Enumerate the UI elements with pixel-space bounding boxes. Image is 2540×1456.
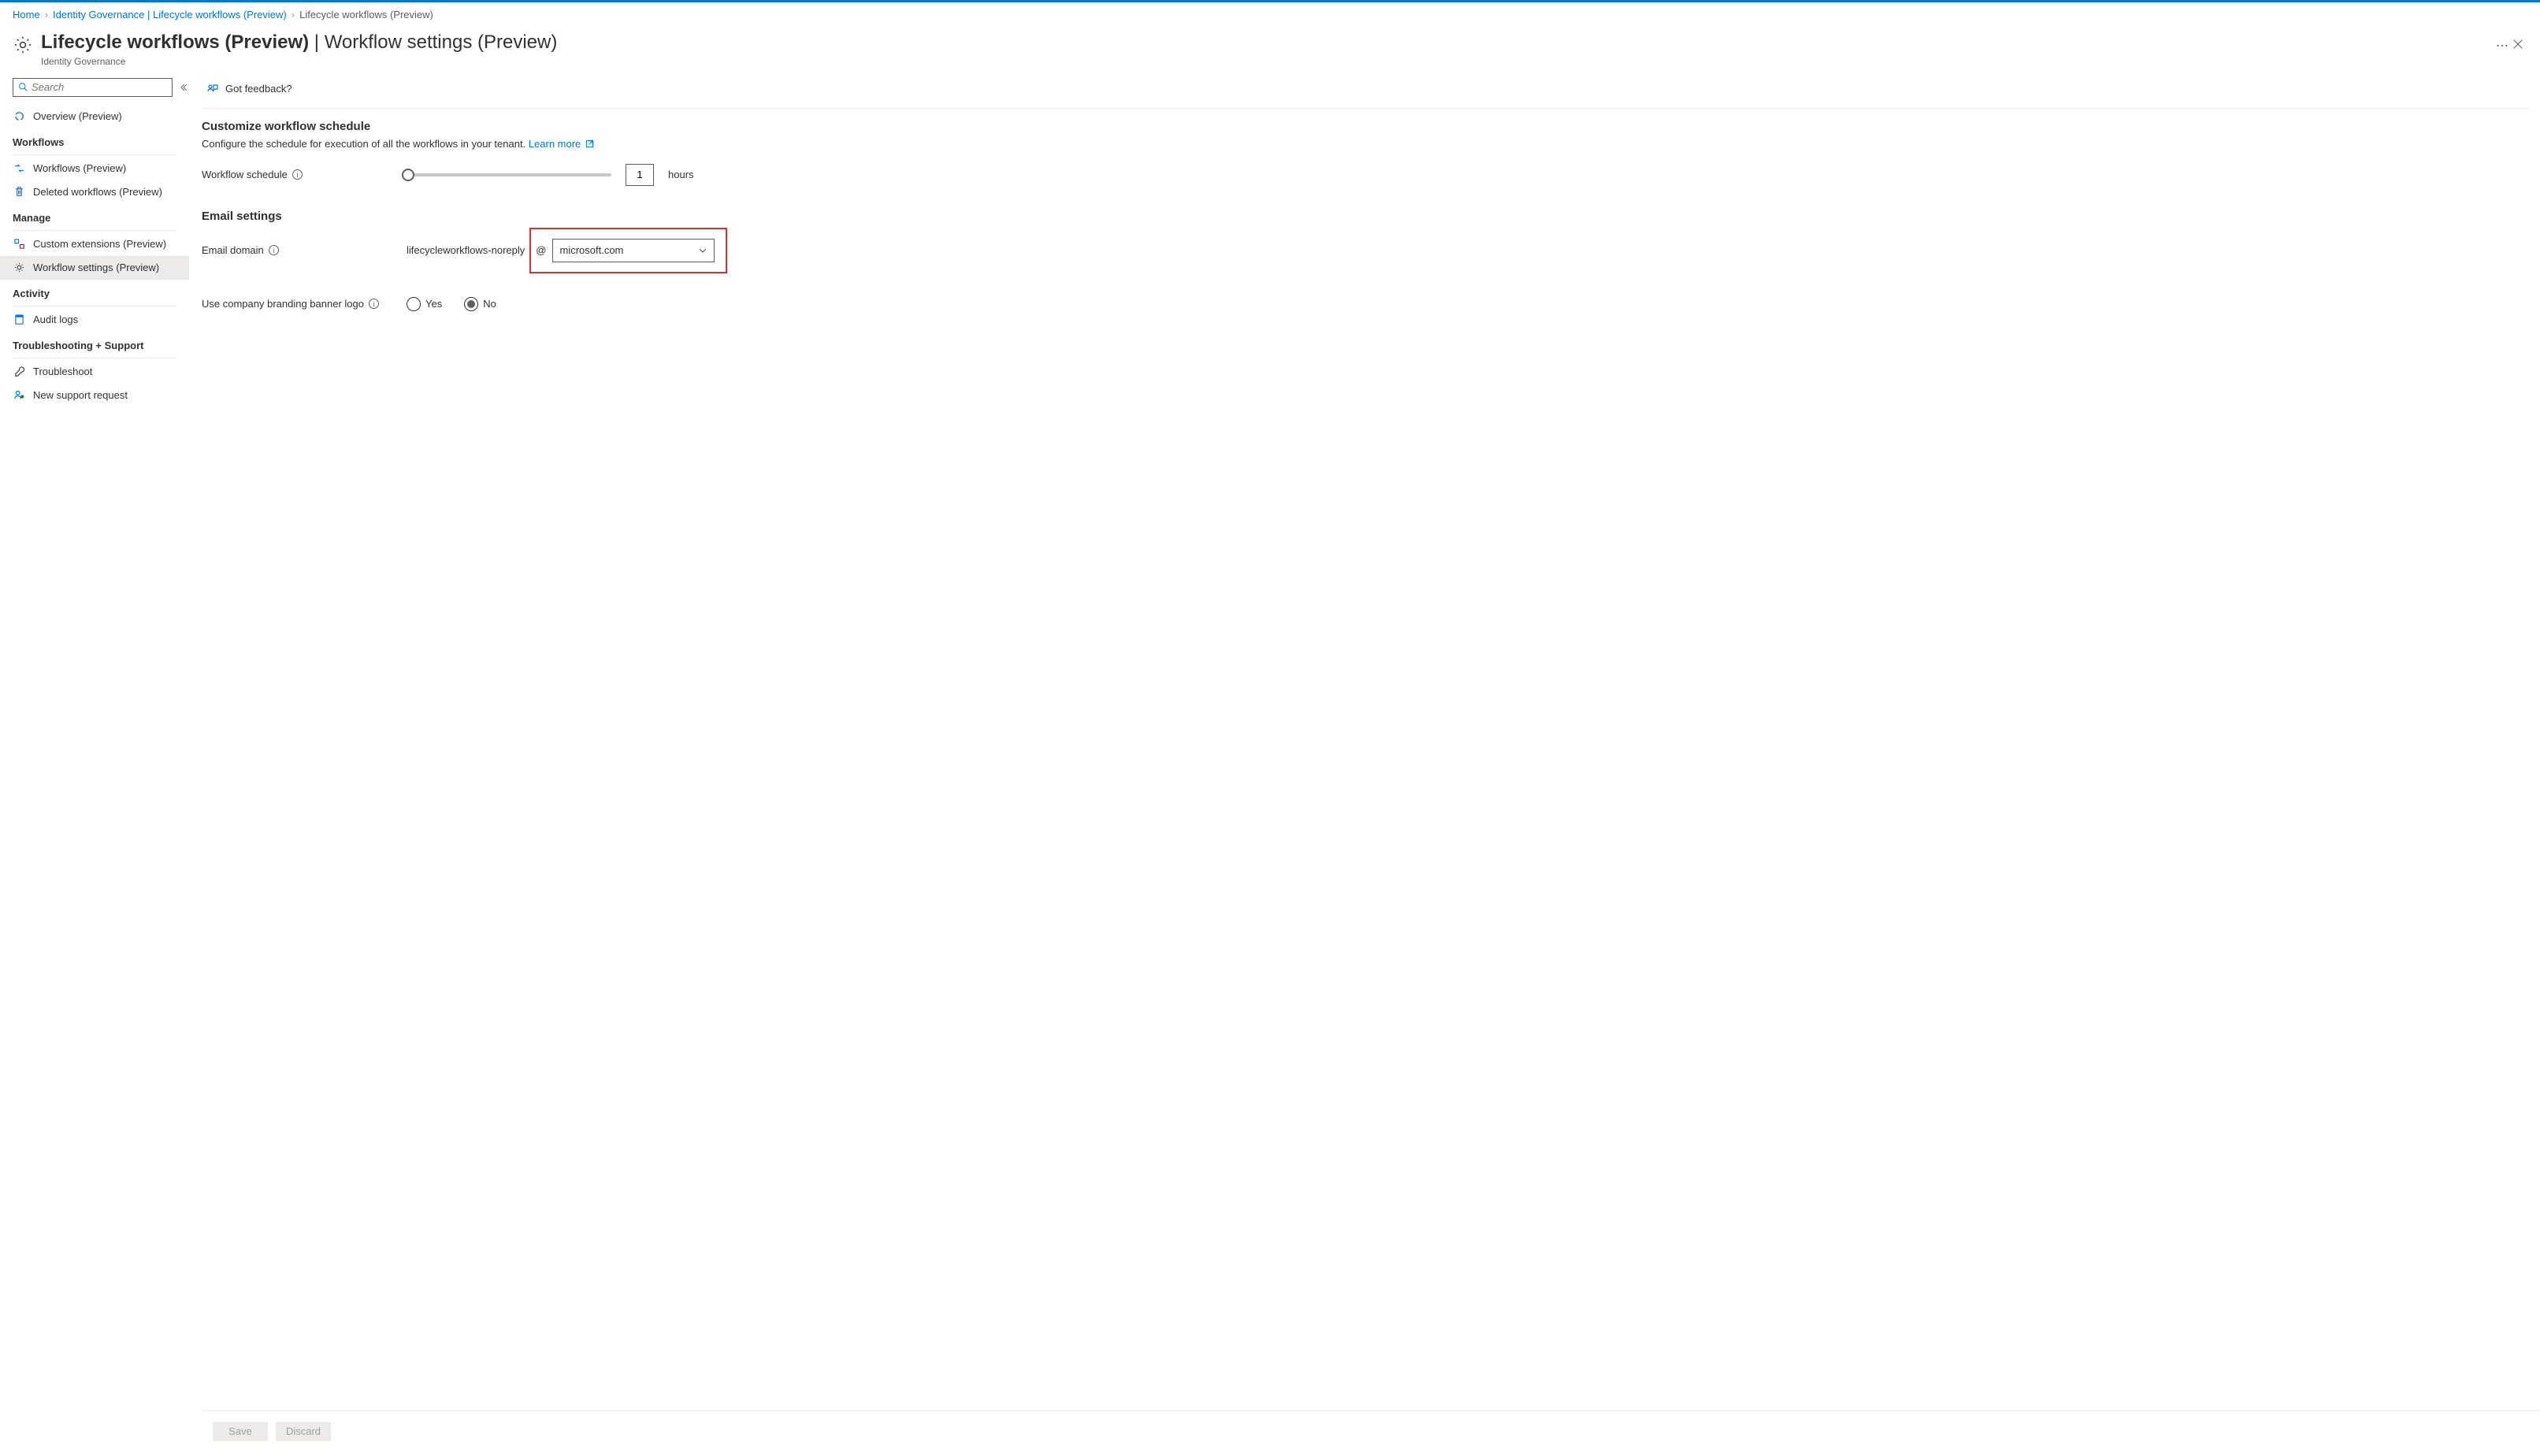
extension-icon — [13, 238, 25, 251]
radio-no[interactable]: No — [464, 297, 496, 311]
page-title-sub: Workflow settings (Preview) — [309, 32, 557, 53]
email-prefix: lifecycleworkflows-noreply — [407, 244, 525, 256]
sidebar-item-label: New support request — [33, 389, 128, 401]
command-bar: Got feedback? — [202, 75, 2540, 103]
form-row-schedule: Workflow schedule i hours — [202, 164, 2529, 186]
radio-label: No — [483, 298, 496, 310]
schedule-unit: hours — [668, 169, 694, 180]
section-title-schedule: Customize workflow schedule — [202, 120, 2529, 133]
sidebar-item-custom-extensions[interactable]: Custom extensions (Preview) — [0, 232, 189, 256]
email-domain-dropdown[interactable]: microsoft.com — [552, 239, 715, 262]
overview-icon — [13, 110, 25, 123]
footer-bar: Save Discard — [202, 1410, 2540, 1452]
close-button[interactable] — [2508, 35, 2527, 54]
slider-thumb[interactable] — [402, 169, 414, 181]
info-icon[interactable]: i — [292, 169, 303, 180]
collapse-sidebar-button[interactable] — [179, 80, 188, 95]
sidebar-item-label: Custom extensions (Preview) — [33, 238, 166, 250]
page-header: Lifecycle workflows (Preview)Workflow se… — [0, 27, 2540, 75]
feedback-icon — [206, 83, 219, 95]
sidebar-item-label: Workflows (Preview) — [33, 162, 126, 174]
sidebar-item-label: Overview (Preview) — [33, 110, 122, 122]
sidebar-section-manage: Manage — [0, 204, 189, 228]
support-icon — [13, 389, 25, 402]
info-icon[interactable]: i — [369, 299, 379, 309]
sidebar-section-workflows: Workflows — [0, 128, 189, 153]
discard-button[interactable]: Discard — [276, 1422, 331, 1441]
sidebar-section-activity: Activity — [0, 280, 189, 304]
log-icon — [13, 314, 25, 326]
wrench-icon — [13, 366, 25, 378]
radio-label: Yes — [425, 298, 442, 310]
breadcrumb-sep: › — [292, 9, 295, 20]
sidebar-item-label: Troubleshoot — [33, 366, 92, 377]
sidebar-item-troubleshoot[interactable]: Troubleshoot — [0, 360, 189, 384]
main-content: Got feedback? Customize workflow schedul… — [189, 75, 2540, 1452]
chevron-down-icon — [698, 246, 707, 255]
breadcrumb: Home › Identity Governance | Lifecycle w… — [0, 2, 2540, 27]
sidebar-item-workflows[interactable]: Workflows (Preview) — [0, 157, 189, 180]
feedback-button[interactable]: Got feedback? — [202, 80, 297, 98]
at-symbol: @ — [536, 244, 546, 256]
breadcrumb-sep: › — [45, 9, 48, 20]
sidebar-item-label: Audit logs — [33, 314, 78, 325]
sidebar-search[interactable] — [13, 78, 173, 97]
sidebar-item-label: Deleted workflows (Preview) — [33, 186, 162, 198]
sidebar-item-workflow-settings[interactable]: Workflow settings (Preview) — [0, 256, 189, 280]
highlight-annotation: @ microsoft.com — [529, 228, 727, 273]
info-icon[interactable]: i — [269, 245, 279, 255]
nav-divider — [13, 154, 176, 155]
form-row-email-domain: Email domain i lifecycleworkflows-norepl… — [202, 228, 2529, 273]
breadcrumb-identity-governance[interactable]: Identity Governance | Lifecycle workflow… — [53, 9, 287, 20]
sidebar-item-audit-logs[interactable]: Audit logs — [0, 308, 189, 332]
radio-yes[interactable]: Yes — [407, 297, 442, 311]
sidebar-item-deleted-workflows[interactable]: Deleted workflows (Preview) — [0, 180, 189, 204]
sidebar: Overview (Preview) Workflows Workflows (… — [0, 75, 189, 1452]
breadcrumb-home[interactable]: Home — [13, 9, 40, 20]
section-title-email: Email settings — [202, 210, 2529, 223]
search-icon — [18, 82, 28, 92]
nav-divider — [13, 230, 176, 231]
schedule-slider[interactable] — [407, 173, 611, 176]
page-title-main: Lifecycle workflows (Preview) — [41, 32, 309, 53]
gear-icon — [13, 262, 25, 274]
section-sub-schedule: Configure the schedule for execution of … — [202, 138, 2529, 150]
search-input[interactable] — [32, 79, 172, 96]
page-title: Lifecycle workflows (Preview)Workflow se… — [41, 32, 2485, 54]
schedule-hours-input[interactable] — [626, 164, 654, 186]
trash-icon — [13, 186, 25, 199]
radio-circle — [407, 297, 421, 311]
gear-icon — [13, 35, 33, 55]
workflow-icon — [13, 162, 25, 175]
learn-more-link[interactable]: Learn more — [529, 138, 594, 150]
branding-label: Use company branding banner logo i — [202, 298, 407, 310]
more-options-button[interactable]: ⋯ — [2496, 38, 2508, 54]
radio-circle — [464, 297, 478, 311]
dropdown-value: microsoft.com — [559, 244, 623, 256]
sidebar-item-label: Workflow settings (Preview) — [33, 262, 159, 273]
sidebar-item-new-support-request[interactable]: New support request — [0, 384, 189, 407]
email-domain-label: Email domain i — [202, 244, 407, 256]
page-subtitle: Identity Governance — [41, 56, 2485, 67]
content-separator — [202, 108, 2529, 109]
breadcrumb-lifecycle-workflows[interactable]: Lifecycle workflows (Preview) — [299, 9, 433, 20]
form-row-branding: Use company branding banner logo i Yes N… — [202, 297, 2529, 311]
external-link-icon — [585, 139, 594, 148]
sidebar-section-troubleshooting: Troubleshooting + Support — [0, 332, 189, 356]
feedback-label: Got feedback? — [225, 83, 292, 95]
sidebar-item-overview[interactable]: Overview (Preview) — [0, 105, 189, 128]
save-button[interactable]: Save — [213, 1422, 268, 1441]
schedule-label: Workflow schedule i — [202, 169, 407, 180]
